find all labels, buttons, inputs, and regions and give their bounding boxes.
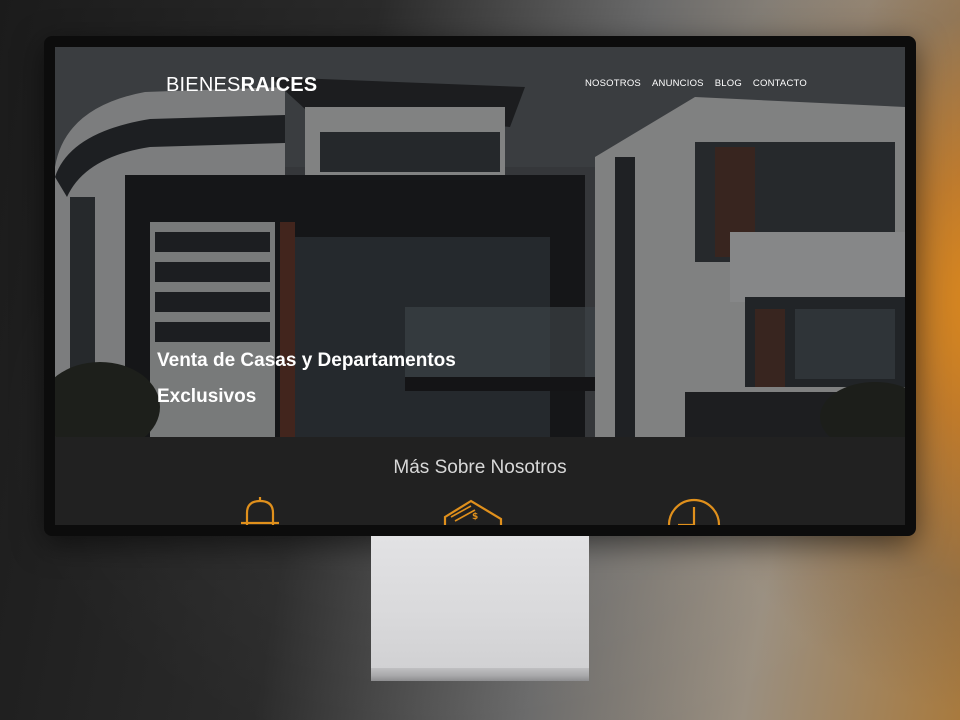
- security-icon: [235, 497, 285, 525]
- hero-section: BIENESRAICES NOSOTROS ANUNCIOS BLOG CONT…: [55, 47, 905, 437]
- price-tag-icon: $: [441, 497, 505, 525]
- monitor-frame: BIENESRAICES NOSOTROS ANUNCIOS BLOG CONT…: [44, 36, 916, 536]
- about-section: Más Sobre Nosotros $: [55, 437, 905, 525]
- nav-link-anuncios[interactable]: ANUNCIOS: [652, 78, 704, 89]
- site-logo[interactable]: BIENESRAICES: [166, 74, 317, 97]
- clock-icon: [666, 497, 722, 525]
- hero-title: Venta de Casas y Departamentos Exclusivo…: [157, 350, 456, 407]
- logo-light-text: BIENES: [166, 74, 241, 96]
- nav-link-nosotros[interactable]: NOSOTROS: [585, 78, 641, 89]
- svg-text:$: $: [472, 512, 478, 522]
- logo-bold-text: RAICES: [240, 74, 318, 96]
- monitor-stand: [371, 536, 589, 681]
- monitor-stand-base: [371, 668, 589, 681]
- nav-link-contacto[interactable]: CONTACTO: [753, 78, 807, 89]
- website-screen: BIENESRAICES NOSOTROS ANUNCIOS BLOG CONT…: [55, 47, 905, 525]
- nav-link-blog[interactable]: BLOG: [715, 78, 742, 89]
- main-navigation: NOSOTROS ANUNCIOS BLOG CONTACTO: [585, 78, 807, 89]
- about-title: Más Sobre Nosotros: [393, 457, 567, 478]
